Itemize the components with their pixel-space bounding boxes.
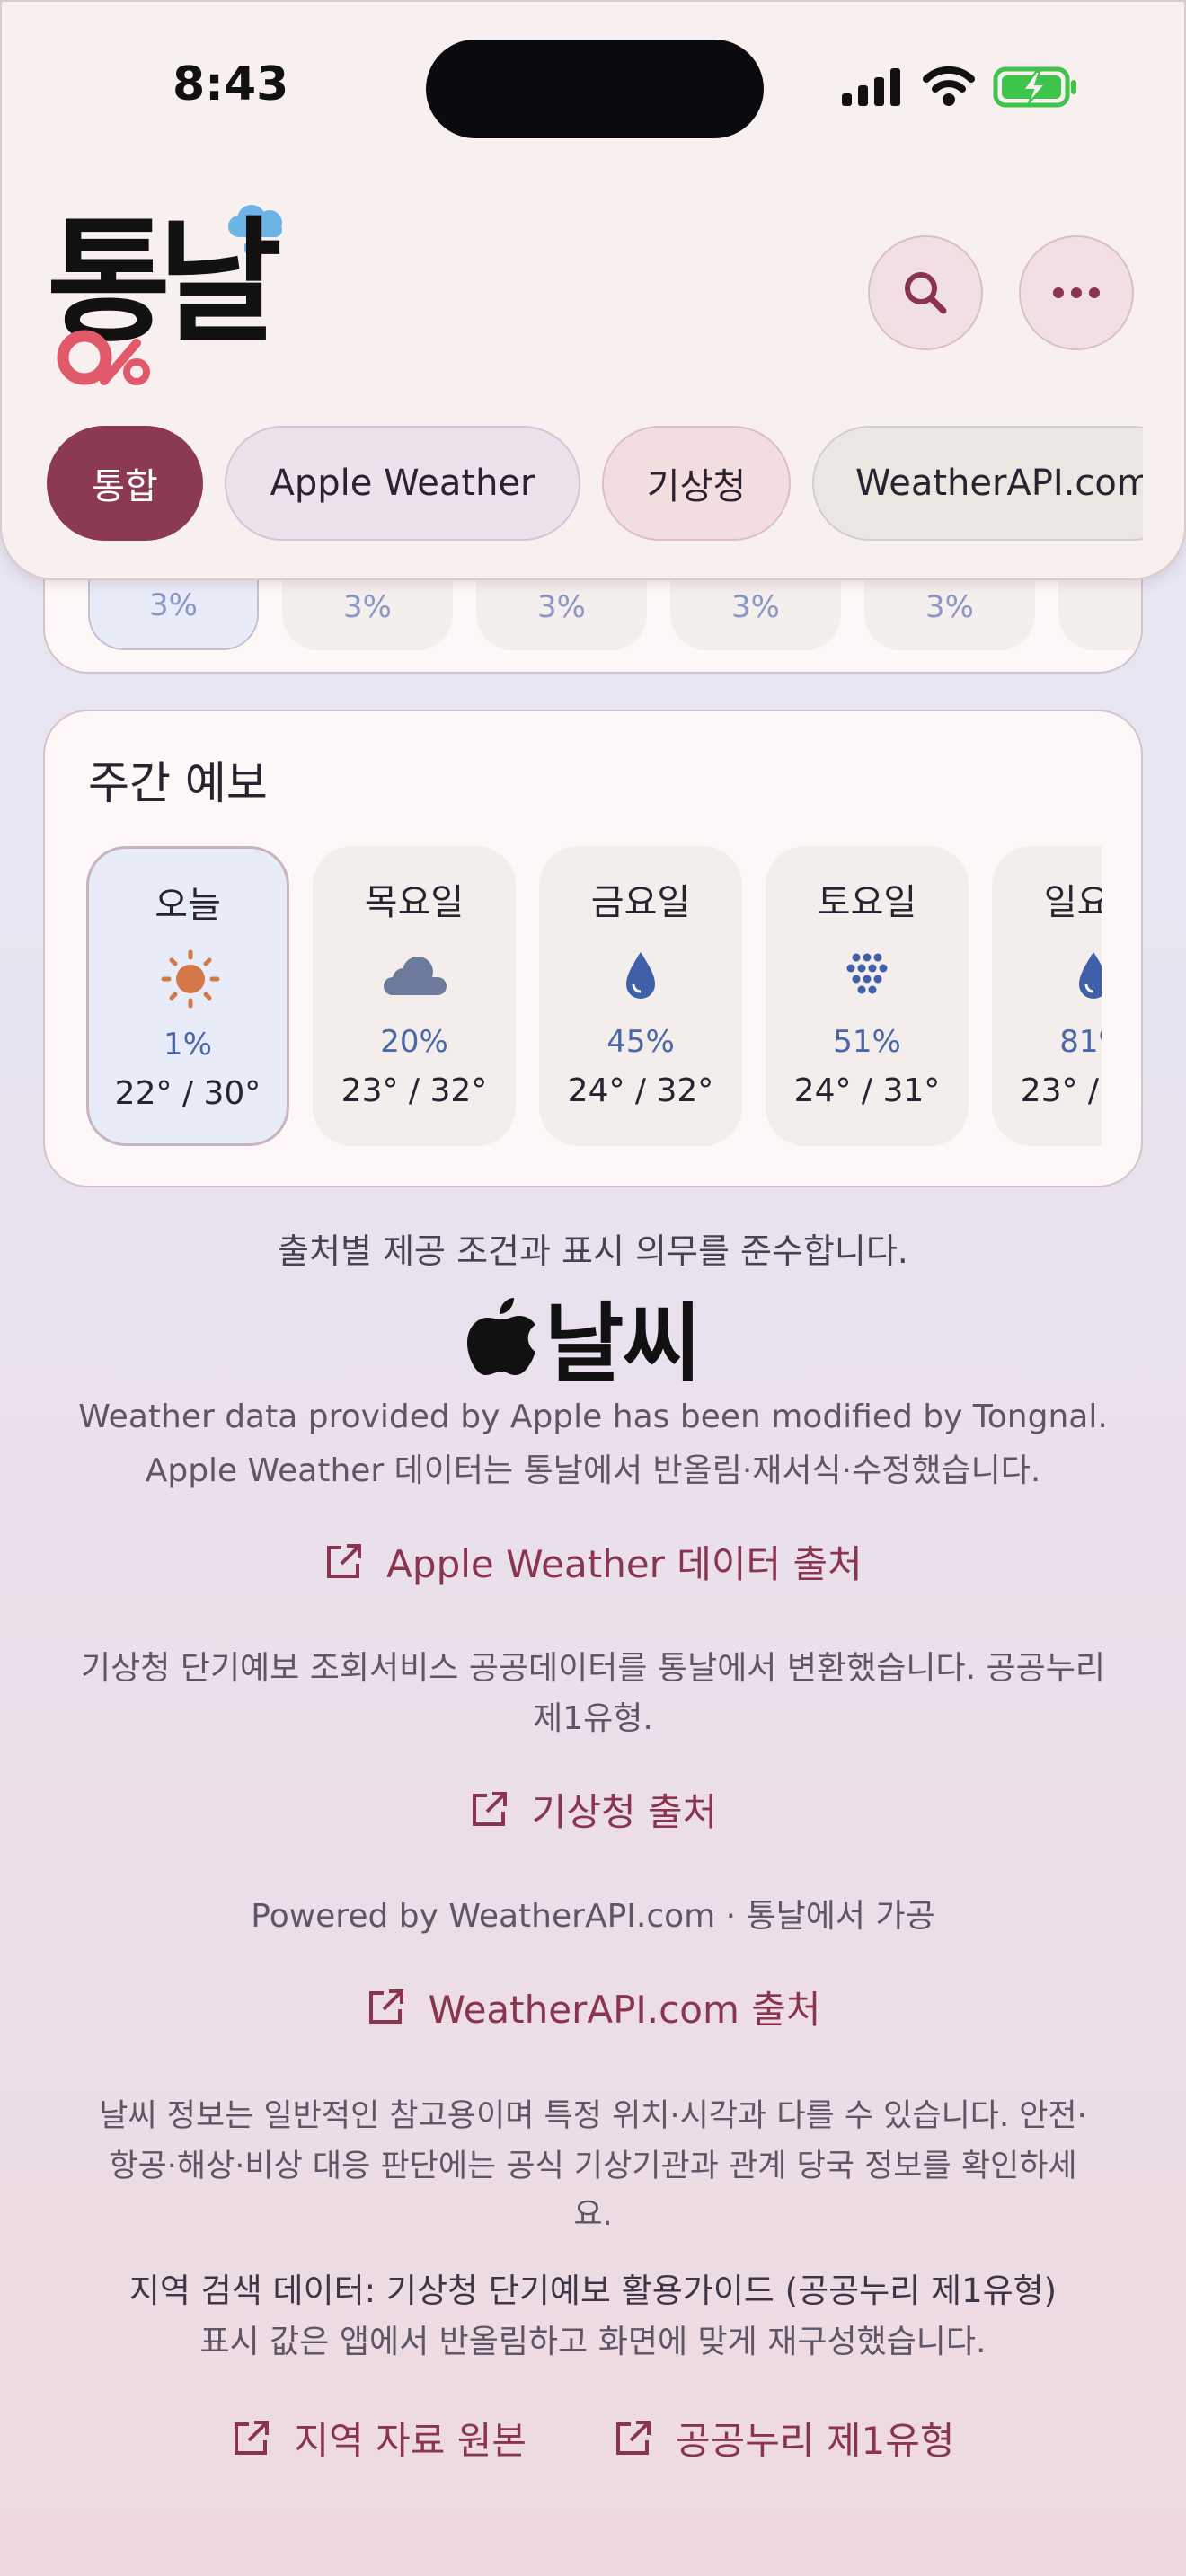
day-card[interactable]: 일요일 81% 23° / 31° xyxy=(992,846,1102,1146)
weekly-title: 주간 예보 xyxy=(88,757,268,809)
apple-weather-brand: 날씨 xyxy=(467,1286,719,1394)
more-button[interactable] xyxy=(1019,235,1134,350)
apple-source-link[interactable]: Apple Weather 데이터 출처 xyxy=(36,1534,1150,1589)
kma-source-link[interactable]: 기상청 출처 xyxy=(36,1782,1150,1837)
day-card[interactable]: 토요일 51% 24° / 31° xyxy=(766,846,969,1146)
disclaimer-line3: 요. xyxy=(573,2197,613,2233)
battery-charging-icon xyxy=(993,66,1076,108)
more-dots-icon xyxy=(1053,287,1100,298)
apple-weather-wordmark: 날씨 xyxy=(544,1292,702,1394)
compliance-note: 출처별 제공 조건과 표시 의무를 준수합니다. xyxy=(278,1231,908,1271)
wifi-icon xyxy=(923,66,975,106)
chip-integrated[interactable]: 통합 xyxy=(47,426,203,541)
day-card[interactable]: 금요일 45% 24° / 32° xyxy=(539,846,742,1146)
kma-attribution-line1: 기상청 단기예보 조회서비스 공공데이터를 통날에서 변환했습니다. 공공누리 xyxy=(81,1650,1105,1687)
search-icon xyxy=(905,272,947,314)
app-header: 8:43 통날 통합 Apple Weather 기상청 WeatherAPI.… xyxy=(0,0,1186,580)
cellular-signal-icon xyxy=(842,68,900,106)
snow-dots-icon xyxy=(846,953,888,994)
external-link-icon xyxy=(368,1989,403,2024)
app-logo: 통날 xyxy=(47,196,307,393)
apple-attribution-line2: Apple Weather 데이터는 통날에서 반올림·재서식·수정했습니다. xyxy=(145,1452,1041,1489)
weatherapi-source-link[interactable]: WeatherAPI.com 출처 xyxy=(36,1980,1150,2034)
apple-logo-icon xyxy=(467,1298,535,1375)
kma-attribution-line2: 제1유형. xyxy=(533,1700,653,1737)
chip-kma[interactable]: 기상청 xyxy=(602,426,791,541)
region-source-link[interactable]: 지역 자료 원본 xyxy=(231,2411,527,2466)
search-button[interactable] xyxy=(868,235,983,350)
day-strip[interactable]: 오늘 1% 22° / 30° 목요일 20% 23° / 32° 금요일 45… xyxy=(86,846,1102,1151)
sun-icon xyxy=(161,949,220,1009)
external-link-icon xyxy=(472,1791,507,1826)
kogl-link[interactable]: 공공누리 제1유형 xyxy=(613,2411,955,2466)
raindrop-icon xyxy=(626,952,655,999)
apple-attribution-line1: Weather data provided by Apple has been … xyxy=(78,1398,1108,1435)
raindrop-icon xyxy=(1079,952,1102,999)
disclaimer-line2: 항공·해상·비상 대응 판단에는 공식 기상기관과 관계 당국 정보를 확인하세 xyxy=(109,2148,1077,2184)
source-chip-row: 통합 Apple Weather 기상청 WeatherAPI.com xyxy=(47,426,1143,543)
logo-graphic: 통날 xyxy=(47,205,293,385)
external-link-icon xyxy=(615,2420,651,2455)
external-link-icon xyxy=(327,1543,362,1578)
chip-apple-weather[interactable]: Apple Weather xyxy=(225,426,580,541)
region-data-line: 지역 검색 데이터: 기상청 단기예보 활용가이드 (공공누리 제1유형) xyxy=(128,2272,1058,2310)
dynamic-island xyxy=(426,40,764,138)
bottom-links-row: 지역 자료 원본 공공누리 제1유형 xyxy=(0,2411,1186,2466)
disclaimer-line1: 날씨 정보는 일반적인 참고용이며 특정 위치·시각과 다를 수 있습니다. 안… xyxy=(99,2098,1087,2134)
day-card[interactable]: 목요일 20% 23° / 32° xyxy=(313,846,516,1146)
day-card-today[interactable]: 오늘 1% 22° / 30° xyxy=(86,846,289,1146)
weatherapi-attribution-line: Powered by WeatherAPI.com · 통날에서 가공 xyxy=(251,1898,935,1935)
weekly-forecast-card: 주간 예보 오늘 1% 22° / 30° 목요일 20% 23° / 32° … xyxy=(43,710,1143,1187)
chip-weatherapi[interactable]: WeatherAPI.com xyxy=(812,426,1143,541)
status-time: 8:43 xyxy=(173,57,289,111)
display-values-line: 표시 값은 앱에서 반올림하고 화면에 맞게 재구성했습니다. xyxy=(199,2324,987,2360)
external-link-icon xyxy=(235,2420,270,2455)
cloud-icon xyxy=(384,957,447,995)
